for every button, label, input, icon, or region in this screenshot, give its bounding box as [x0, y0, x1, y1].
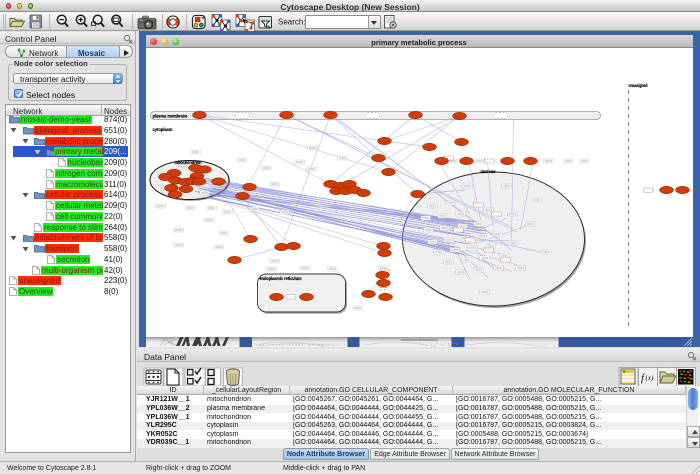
svg-text:endoplasmic reticulum: endoplasmic reticulum	[259, 276, 301, 281]
svg-text:unassigned: unassigned	[628, 83, 647, 88]
svg-text:plasma membrane: plasma membrane	[152, 114, 187, 119]
svg-text:Search:: Search:	[278, 18, 306, 27]
svg-text:(x): (x)	[646, 374, 654, 382]
svg-text:cytoplasm: cytoplasm	[152, 127, 172, 132]
